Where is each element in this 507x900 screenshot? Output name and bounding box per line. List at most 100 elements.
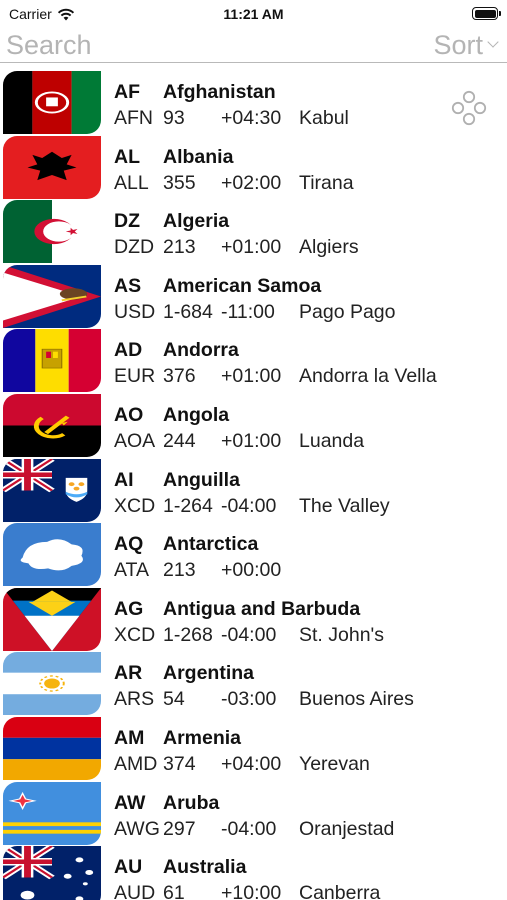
capital: Oranjestad (299, 817, 395, 840)
dial-code: 374 (163, 753, 196, 775)
timezone: +10:00 (221, 882, 282, 900)
country-row-ao[interactable]: AO Angola AOA 244 +01:00 Luanda (0, 393, 507, 458)
dial-code: 1-268 (163, 623, 213, 646)
sort-button[interactable]: Sort (433, 29, 499, 61)
status-bar: Carrier 11:21 AM (0, 0, 507, 28)
country-code: AU (114, 856, 143, 879)
country-row-ad[interactable]: AD Andorra EUR 376 +01:00 Andorra la Vell… (0, 328, 507, 393)
currency-code: DZD (114, 236, 155, 259)
flag-aq-icon (3, 523, 101, 587)
dial-code: 297 (163, 817, 196, 840)
timezone: -04:00 (221, 494, 277, 517)
timezone: -11:00 (221, 300, 275, 323)
currency-code: XCD (114, 623, 156, 646)
dial-code: 54 (163, 688, 185, 711)
capital: Luanda (299, 430, 365, 452)
dial-code: 244 (163, 430, 196, 452)
currency-code: EUR (114, 365, 156, 388)
currency-code: ALL (114, 171, 149, 194)
country-code: AD (114, 339, 143, 362)
capital: Yerevan (299, 753, 370, 775)
flag-aw-icon (3, 781, 101, 845)
capital: Algiers (299, 236, 359, 259)
country-name: Australia (163, 856, 247, 879)
timezone: +01:00 (221, 236, 282, 259)
capital: The Valley (299, 494, 390, 517)
currency-code: AOA (114, 430, 156, 452)
country-row-ag[interactable]: AG Antigua and Barbuda XCD 1-268 -04:00 S… (0, 587, 507, 652)
country-row-aw[interactable]: AW Aruba AWG 297 -04:00 Oranjestad (0, 781, 507, 846)
capital: Andorra la Vella (299, 365, 437, 388)
country-name: Argentina (163, 662, 255, 685)
timezone: +01:00 (221, 430, 282, 452)
country-row-aq[interactable]: AQ Antarctica ATA 213 +00:00 (0, 522, 507, 587)
country-row-as[interactable]: AS American Samoa USD 1-684 -11:00 Pago P… (0, 264, 507, 329)
timezone: +04:30 (221, 107, 282, 129)
country-name: Afghanistan (163, 81, 276, 103)
country-name: Albania (163, 145, 234, 168)
country-row-au[interactable]: AU Australia AUD 61 +10:00 Canberra (0, 845, 507, 900)
dial-code: 213 (163, 236, 196, 259)
country-row-dz[interactable]: DZ Algeria DZD 213 +01:00 Algiers (0, 199, 507, 264)
country-name: American Samoa (163, 274, 322, 297)
flag-dz-icon (3, 200, 101, 264)
capital: Tirana (299, 171, 354, 194)
country-code: AL (114, 145, 140, 168)
country-code: AQ (114, 533, 144, 556)
timezone: +04:00 (221, 753, 282, 775)
capital: Pago Pago (299, 300, 396, 323)
currency-code: AFN (114, 107, 153, 129)
timezone: -04:00 (221, 817, 277, 840)
dial-code: 1-264 (163, 494, 213, 517)
flag-ao-icon (3, 394, 101, 457)
search-input[interactable] (6, 29, 306, 61)
timezone: +00:00 (221, 559, 282, 582)
country-code: AM (114, 727, 145, 749)
dial-code: 213 (163, 559, 196, 582)
currency-code: ARS (114, 688, 155, 711)
flag-au-icon (3, 846, 101, 900)
currency-code: AMD (114, 753, 158, 775)
country-name: Antigua and Barbuda (163, 597, 361, 620)
currency-code: AUD (114, 882, 156, 900)
country-row-am[interactable]: AM Armenia AMD 374 +04:00 Yerevan (0, 716, 507, 781)
country-code: AO (114, 404, 144, 426)
capital: St. John's (299, 623, 385, 646)
capital: Kabul (299, 107, 349, 129)
dial-code: 93 (163, 107, 185, 129)
timezone: -04:00 (221, 623, 277, 646)
dial-code: 376 (163, 365, 196, 388)
country-code: AR (114, 662, 143, 685)
country-name: Armenia (163, 727, 242, 749)
battery-icon (472, 7, 501, 20)
country-name: Anguilla (163, 468, 240, 491)
country-code: AW (114, 791, 146, 814)
toolbar: Sort (0, 28, 507, 63)
dial-code: 1-684 (163, 300, 213, 323)
dial-code: 355 (163, 171, 196, 194)
flag-as-icon (3, 264, 101, 328)
country-code: AF (114, 81, 140, 103)
country-row-af[interactable]: AF Afghanistan AFN 93 +04:30 Kabul (0, 70, 507, 135)
flag-ai-icon (3, 458, 101, 522)
dial-code: 61 (163, 882, 185, 900)
country-name: Aruba (163, 791, 220, 814)
timezone: -03:00 (221, 688, 277, 711)
country-row-ar[interactable]: AR Argentina ARS 54 -03:00 Buenos Aires (0, 651, 507, 716)
country-code: AI (114, 468, 134, 491)
country-row-ai[interactable]: AI Anguilla XCD 1-264 -04:00 The Valley (0, 458, 507, 523)
sort-label: Sort (433, 29, 483, 60)
currency-code: USD (114, 300, 156, 323)
flag-ag-icon (3, 587, 101, 651)
flag-ar-icon (3, 652, 101, 716)
flag-ad-icon (3, 329, 101, 393)
country-name: Antarctica (163, 533, 259, 556)
flag-al-icon (3, 135, 101, 199)
chevron-down-icon (487, 36, 499, 48)
country-code: AG (114, 597, 144, 620)
capital: Buenos Aires (299, 688, 414, 711)
currency-code: ATA (114, 559, 150, 582)
currency-code: AWG (114, 817, 160, 840)
country-row-al[interactable]: AL Albania ALL 355 +02:00 Tirana (0, 135, 507, 200)
clock: 11:21 AM (223, 6, 284, 22)
